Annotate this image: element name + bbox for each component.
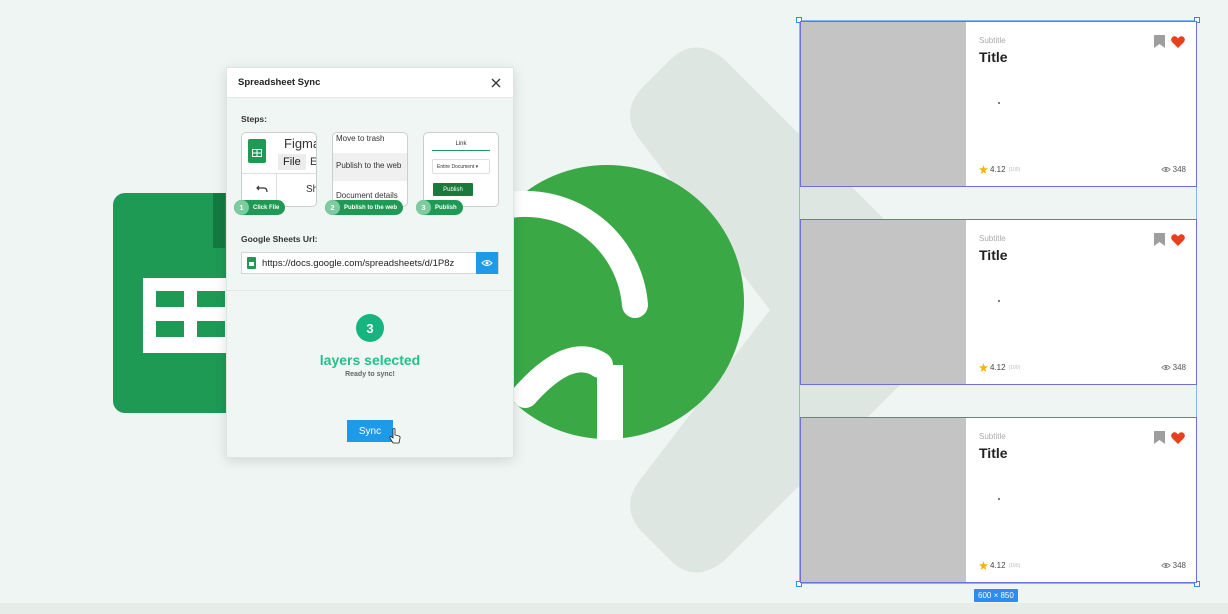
star-icon [979,165,988,174]
star-icon [979,561,988,570]
url-field-row [241,252,499,274]
bottom-band [0,603,1228,614]
card-views: 348 [1160,363,1186,372]
step-3-dropdown: Entire Document ▾ [432,159,490,174]
card-subtitle: Subtitle [979,234,1006,243]
step-2-badge: 2 Publish to the web [325,200,404,215]
eye-icon [1160,167,1171,172]
card-views: 348 [1160,561,1186,570]
eye-icon [481,260,493,266]
eye-icon [1160,563,1171,568]
sheets-file-icon [248,139,266,163]
card-rating: 4.12 (100) [979,363,1020,372]
preview-button[interactable] [476,252,498,274]
panel-header: Spreadsheet Sync [227,68,513,98]
step-3-publish-button: Publish [433,183,473,196]
step-1-badge: 1 Click File [234,200,286,215]
card-subtitle: Subtitle [979,432,1006,441]
card-title: Title [979,49,1008,65]
panel-title: Spreadsheet Sync [238,77,321,88]
step-1-illustration: Figma File E Sh [241,132,317,207]
card-subtitle: Subtitle [979,36,1006,45]
star-icon [979,363,988,372]
content-card[interactable]: Subtitle Title 4.12 (100) 348 [800,219,1197,385]
step-2-menu-item: Move to trash [336,134,385,143]
step-2-menu-item: Document details [336,191,398,200]
sheets-file-icon [246,257,256,269]
content-card[interactable]: Subtitle Title 4.12 (100) 348 [800,21,1197,187]
step-1-brand: Figma [284,136,317,151]
heart-icon[interactable] [1171,432,1185,444]
bookmark-icon[interactable] [1154,233,1165,246]
card-image-placeholder [801,220,966,384]
card-image-placeholder [801,22,966,186]
card-rating: 4.12 (100) [979,561,1020,570]
heart-icon[interactable] [1171,36,1185,48]
content-card[interactable]: Subtitle Title 4.12 (100) 348 [800,417,1197,583]
steps-label: Steps: [241,114,267,124]
undo-icon [256,185,268,193]
close-icon [491,78,501,87]
step-3-illustration: Link Entire Document ▾ Publish [423,132,499,207]
eye-icon [1160,365,1171,370]
ready-status-text: Ready to sync! [345,371,395,378]
step-2-menu-item-highlight: Publish to the web [333,153,407,181]
step-1-file-menu: File [278,154,306,170]
bookmark-icon[interactable] [1154,431,1165,444]
divider [227,290,513,291]
step-3-link-tab: Link [455,141,467,147]
step-2-illustration: Move to trash Publish to the web Documen… [332,132,408,207]
sync-button[interactable]: Sync [347,420,393,442]
card-views: 348 [1160,165,1186,174]
card-rating: 4.12 (100) [979,165,1020,174]
step-1-edit-menu: E [310,156,317,168]
url-label: Google Sheets Url: [241,234,318,244]
card-image-placeholder [801,418,966,582]
bookmark-icon[interactable] [1154,35,1165,48]
google-sheets-url-input[interactable] [260,253,476,273]
spreadsheet-sync-panel: Spreadsheet Sync Steps: Figma File E Sh … [226,67,514,458]
layers-count-badge: 3 [356,314,384,342]
step-1-share-menu: Sh [306,184,316,195]
step-3-badge: 3 Publish [416,200,463,215]
layers-selected-text: layers selected [319,352,421,368]
heart-icon[interactable] [1171,234,1185,246]
hand-pointer-icon [389,428,401,444]
selection-size-badge: 600 × 850 [974,589,1018,602]
close-button[interactable] [489,76,503,90]
card-title: Title [979,247,1008,263]
card-title: Title [979,445,1008,461]
